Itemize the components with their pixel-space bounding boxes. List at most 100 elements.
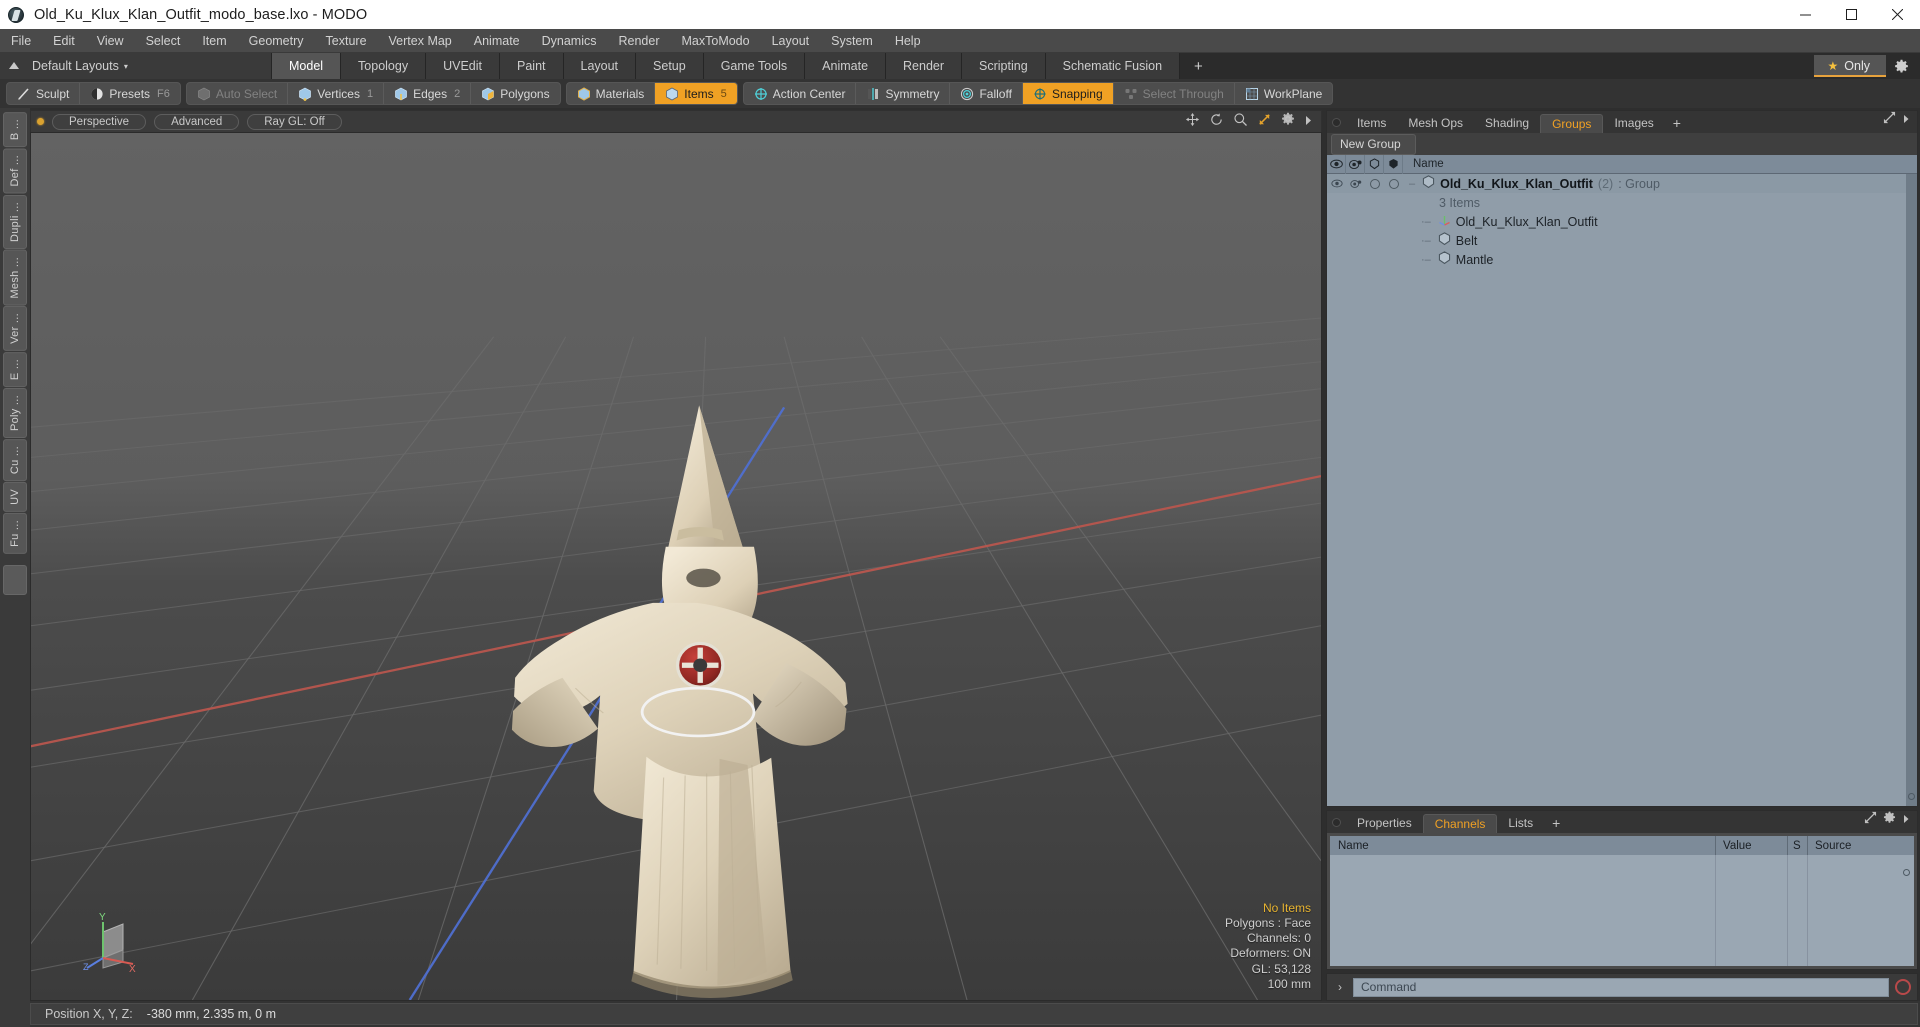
vtab-vertex[interactable]: Ver ... [3, 306, 27, 351]
menu-layout[interactable]: Layout [761, 29, 821, 53]
menu-geometry[interactable]: Geometry [238, 29, 315, 53]
fit-icon[interactable] [1257, 112, 1272, 132]
render-icon[interactable] [1346, 154, 1365, 174]
row-visibility-toggle[interactable] [1327, 174, 1346, 193]
tab-shading[interactable]: Shading [1474, 114, 1540, 133]
select-through-button[interactable]: Select Through [1114, 83, 1235, 104]
items-button[interactable]: Items 5 [655, 83, 737, 104]
column-value[interactable]: Value [1716, 836, 1788, 855]
vtab-mesh[interactable]: Mesh ... [3, 249, 27, 306]
vertices-button[interactable]: Vertices 1 [288, 83, 385, 104]
auto-select-button[interactable]: Auto Select [187, 83, 289, 104]
table-row[interactable]: ·– Belt [1327, 231, 1917, 250]
column-source[interactable]: Source [1808, 836, 1914, 855]
3d-viewport[interactable]: Y X Z No Items Polygons : Face Channels:… [30, 132, 1322, 1001]
tree-scrollbar[interactable] [1906, 174, 1917, 806]
chevron-right-icon[interactable]: › [1333, 980, 1347, 994]
viewport-projection-dropdown[interactable]: Perspective [52, 113, 147, 130]
menu-item[interactable]: Item [191, 29, 237, 53]
polygons-button[interactable]: Polygons [471, 83, 559, 104]
presets-button[interactable]: Presets F6 [80, 83, 180, 104]
layout-selector[interactable]: Default Layouts ▾ [0, 53, 272, 79]
channels-body[interactable] [1330, 855, 1914, 966]
symmetry-button[interactable]: Symmetry [856, 83, 951, 104]
viewport-shading-dropdown[interactable]: Advanced [154, 113, 240, 130]
scroll-handle-dot[interactable] [1908, 793, 1915, 800]
tree-row-label[interactable]: ·– Mantle [1403, 251, 1493, 268]
vtab-duplicate[interactable]: Dupli ... [3, 194, 27, 249]
action-center-button[interactable]: Action Center [744, 83, 857, 104]
menu-edit[interactable]: Edit [42, 29, 86, 53]
tab-game-tools[interactable]: Game Tools [703, 53, 806, 79]
add-panel-tab-button[interactable]: + [1665, 114, 1689, 133]
minimize-button[interactable] [1782, 0, 1828, 29]
tab-paint[interactable]: Paint [500, 53, 564, 79]
lock-icon[interactable] [1384, 154, 1403, 174]
viewport-active-dot[interactable] [37, 118, 44, 125]
menu-help[interactable]: Help [884, 29, 932, 53]
vtab-edge[interactable]: E ... [3, 351, 27, 387]
axis-gizmo[interactable]: Y X Z [83, 910, 145, 972]
add-layout-tab-button[interactable]: + [1180, 53, 1217, 79]
snapping-button[interactable]: Snapping [1022, 83, 1114, 104]
expand-icon[interactable] [1864, 811, 1877, 829]
tree-row-label[interactable]: – Old_Ku_Klux_Klan_Outfit (2) : Group [1403, 175, 1660, 192]
new-group-button[interactable]: New Group [1331, 133, 1416, 155]
expand-icon[interactable] [1883, 111, 1896, 129]
menu-render[interactable]: Render [608, 29, 671, 53]
vtab-curve[interactable]: Cu ... [3, 438, 27, 482]
tab-images[interactable]: Images [1603, 114, 1664, 133]
falloff-button[interactable]: Falloff [950, 83, 1023, 104]
add-bottom-tab-button[interactable]: + [1544, 814, 1568, 833]
more-icon[interactable] [1304, 113, 1313, 131]
tree-expander[interactable]: – [1407, 178, 1417, 190]
rotate-icon[interactable] [1209, 112, 1224, 132]
tab-groups[interactable]: Groups [1540, 114, 1604, 133]
up-arrow-icon[interactable] [0, 61, 28, 71]
command-input[interactable]: Command [1353, 977, 1889, 997]
chevron-right-icon[interactable] [1902, 811, 1910, 829]
tab-render[interactable]: Render [886, 53, 963, 79]
table-row[interactable]: – Old_Ku_Klux_Klan_Outfit (2) : Group [1327, 174, 1917, 193]
tree-row-label[interactable]: ·– Belt [1403, 232, 1477, 249]
materials-button[interactable]: Materials [567, 83, 656, 104]
tree-row-label[interactable]: ·– Old_Ku_Klux_Klan_Outfit [1403, 214, 1598, 230]
vtab-polygon[interactable]: Poly ... [3, 387, 27, 438]
viewport-raygl-dropdown[interactable]: Ray GL: Off [247, 113, 342, 130]
tab-model[interactable]: Model [272, 53, 342, 79]
record-icon[interactable] [1895, 979, 1911, 995]
menu-system[interactable]: System [820, 29, 884, 53]
menu-maxtomodo[interactable]: MaxToModo [671, 29, 761, 53]
gear-icon[interactable] [1281, 112, 1295, 131]
gear-icon[interactable] [1883, 811, 1896, 829]
channels-scroll-dot[interactable] [1903, 869, 1910, 876]
edges-button[interactable]: Edges 2 [384, 83, 472, 104]
select-lock-icon[interactable] [1365, 154, 1384, 174]
tab-animate[interactable]: Animate [805, 53, 887, 79]
tab-channels[interactable]: Channels [1422, 814, 1498, 833]
row-render-toggle[interactable] [1346, 174, 1365, 193]
vtab-basic[interactable]: B ... [3, 112, 27, 148]
menu-animate[interactable]: Animate [463, 29, 531, 53]
table-row[interactable]: 3 Items [1327, 193, 1917, 212]
vtab-uv[interactable]: UV [3, 482, 27, 512]
vtab-deform[interactable]: Def ... [3, 148, 27, 194]
tab-topology[interactable]: Topology [341, 53, 427, 79]
visibility-icon[interactable] [1327, 154, 1346, 174]
tab-lists[interactable]: Lists [1497, 814, 1544, 833]
column-s[interactable]: S [1788, 836, 1808, 855]
tab-uvedit[interactable]: UVEdit [426, 53, 500, 79]
chevron-right-icon[interactable] [1902, 111, 1910, 129]
tab-properties[interactable]: Properties [1346, 814, 1423, 833]
menu-select[interactable]: Select [135, 29, 192, 53]
tab-layout[interactable]: Layout [563, 53, 637, 79]
tab-items[interactable]: Items [1346, 114, 1397, 133]
table-row[interactable]: ·– Old_Ku_Klux_Klan_Outfit [1327, 212, 1917, 231]
close-button[interactable] [1874, 0, 1920, 29]
menu-dynamics[interactable]: Dynamics [531, 29, 608, 53]
tab-schematic-fusion[interactable]: Schematic Fusion [1045, 53, 1181, 79]
zoom-icon[interactable] [1233, 112, 1248, 132]
column-name[interactable]: Name [1330, 836, 1716, 855]
table-row[interactable]: ·– Mantle [1327, 250, 1917, 269]
menu-vertex-map[interactable]: Vertex Map [378, 29, 463, 53]
